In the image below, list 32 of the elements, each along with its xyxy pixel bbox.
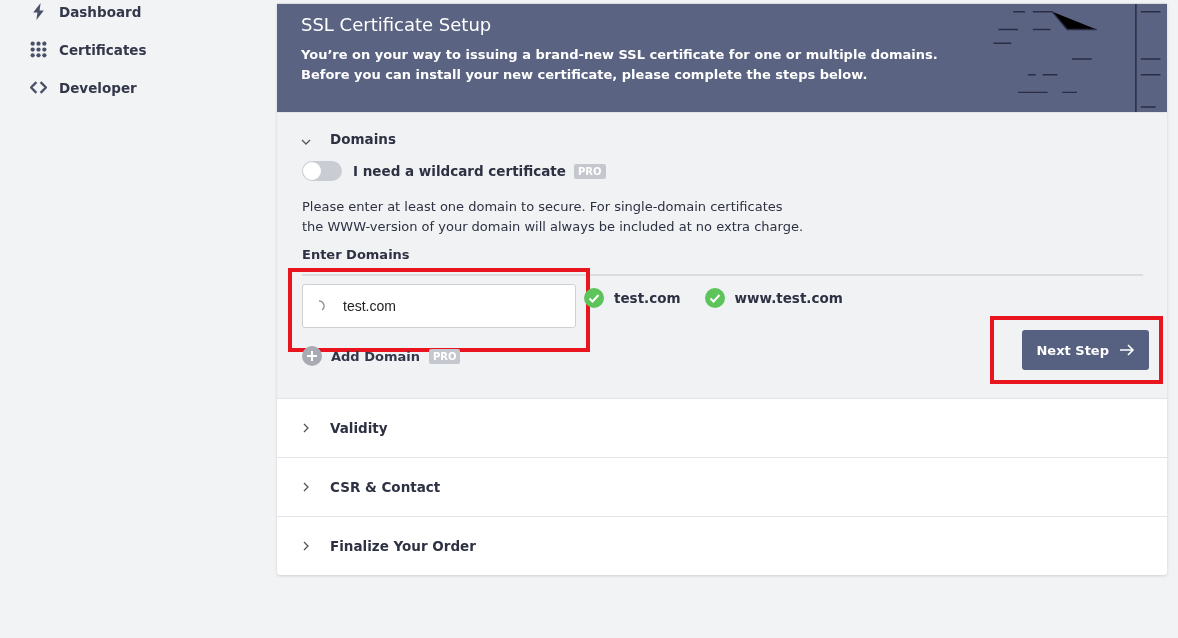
domain-input[interactable]: test.com [302, 284, 576, 328]
step-header[interactable]: Finalize Your Order [277, 517, 1167, 575]
help-text: Please enter at least one domain to secure. For single-domain certificates the WWW-version of your domain will always be included at no extra charge. [302, 198, 805, 236]
dots-grid-icon [30, 41, 47, 58]
step-title: Domains [330, 131, 396, 147]
step-header[interactable]: Domains [277, 113, 1167, 159]
next-step-button[interactable]: Next Step [1022, 330, 1149, 370]
domain-name: www.test.com [734, 290, 843, 306]
intro-text: You’re on your way to issuing a brand-new SSL certificate for one or multiple domains. Before you can install your new certificate, please complete the steps below. [301, 46, 938, 84]
chevron-icon [301, 423, 311, 433]
sidebar-item[interactable]: Certificates [30, 41, 277, 58]
wildcard-toggle[interactable] [302, 161, 342, 181]
code-icon [30, 79, 47, 96]
plus-circle-icon[interactable] [302, 346, 322, 366]
section-label: Enter Domains [302, 247, 411, 262]
step-title: Validity [330, 420, 388, 436]
chevron-icon [301, 541, 311, 551]
toggle-label: I need a wildcard certificate [353, 163, 566, 179]
pro-badge: PRO [573, 163, 606, 179]
page-title: SSL Certificate Setup [301, 14, 493, 35]
chevron-icon [301, 482, 311, 492]
step-title: Finalize Your Order [330, 538, 476, 554]
lightning-icon [30, 3, 47, 20]
sidebar-item[interactable]: Developer [30, 79, 277, 96]
step-title: CSR & Contact [330, 479, 441, 495]
sidebar-item[interactable]: Dashboard [30, 3, 277, 20]
step-header[interactable]: Validity [277, 399, 1167, 457]
chevron-icon [301, 137, 311, 147]
domain-name: test.com [614, 290, 681, 306]
add-domain-link[interactable]: Add Domain [331, 348, 420, 364]
arrow-right-icon [1119, 344, 1135, 356]
step-header[interactable]: CSR & Contact [277, 458, 1167, 516]
